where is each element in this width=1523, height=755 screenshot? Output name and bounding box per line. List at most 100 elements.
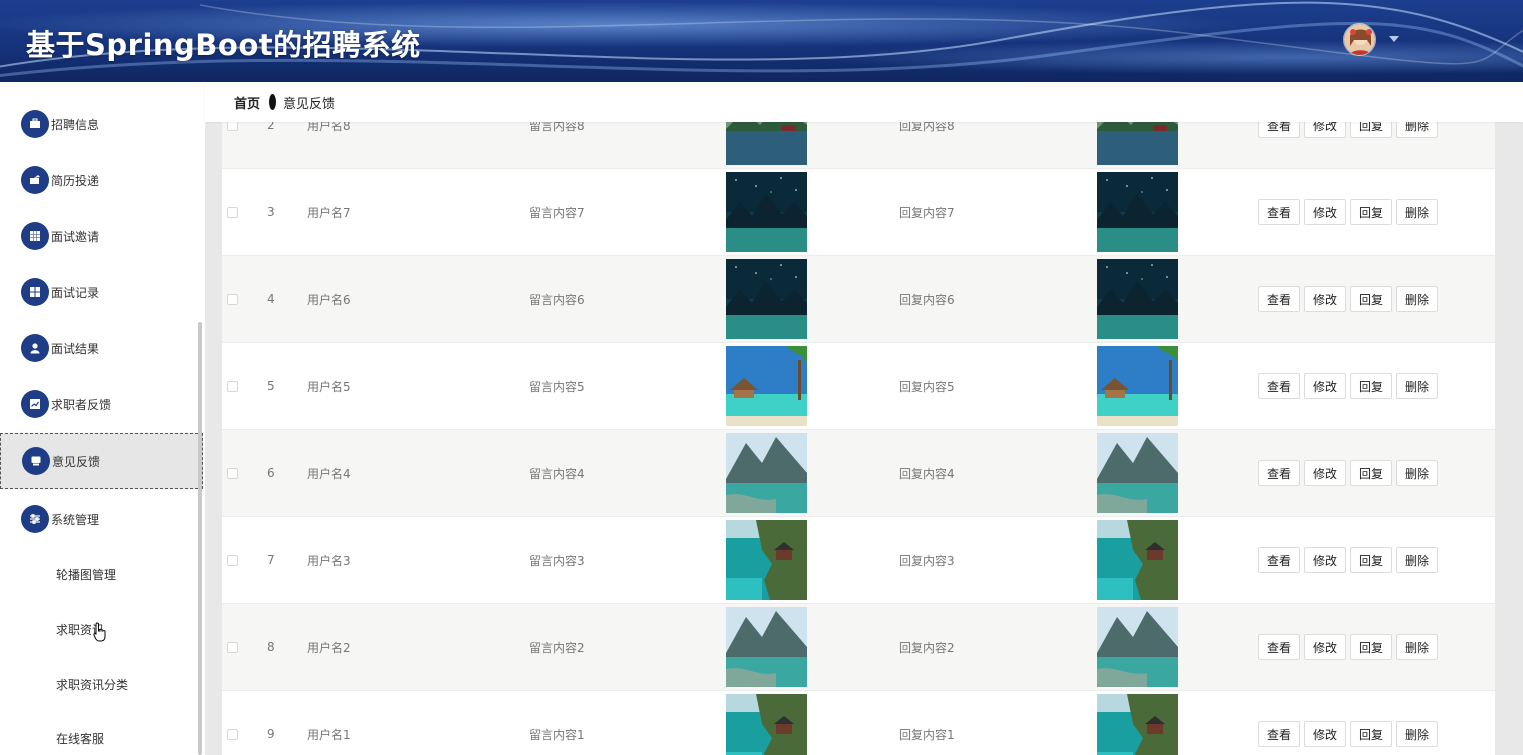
submenu-item-online-service[interactable]: 在线客服 [56,730,104,747]
edit-button[interactable]: 修改 [1304,460,1347,486]
table-row: 2 用户名8 留言内容8 回复内容8 查看 修改 回复 删除 [222,122,1495,169]
row-message: 留言内容8 [529,122,585,133]
row-actions: 查看 修改 回复 删除 [1258,256,1442,342]
edit-button[interactable]: 修改 [1304,122,1347,138]
view-button[interactable]: 查看 [1258,286,1301,312]
row-index: 7 [267,553,275,567]
avatar[interactable] [1343,23,1376,56]
sidebar-item-label: 意见反馈 [52,454,101,469]
view-button[interactable]: 查看 [1258,460,1301,486]
row-message-image [726,691,807,755]
submenu-item-job-news-category[interactable]: 求职资讯分类 [56,676,128,693]
reply-button[interactable]: 回复 [1350,286,1393,312]
row-checkbox[interactable] [227,343,238,429]
row-message-image [726,604,807,690]
grid-icon [21,222,49,250]
reply-button[interactable]: 回复 [1350,373,1393,399]
edit-button[interactable]: 修改 [1304,721,1347,747]
row-reply: 回复内容7 [899,205,955,220]
chart-icon [21,390,49,418]
table-row: 8 用户名2 留言内容2 回复内容2 查看 修改 回复 删除 [222,604,1495,691]
table-row: 3 用户名7 留言内容7 回复内容7 查看 修改 回复 删除 [222,169,1495,256]
reply-button[interactable]: 回复 [1350,122,1393,138]
row-checkbox[interactable] [227,430,238,516]
row-actions: 查看 修改 回复 删除 [1258,604,1442,690]
row-reply: 回复内容6 [899,292,955,307]
view-button[interactable]: 查看 [1258,721,1301,747]
view-button[interactable]: 查看 [1258,122,1301,138]
sidebar-item-label: 简历投递 [51,173,100,188]
view-button[interactable]: 查看 [1258,634,1301,660]
sidebar-item-label: 面试记录 [51,285,100,300]
delete-button[interactable]: 删除 [1396,122,1439,138]
reply-button[interactable]: 回复 [1350,634,1393,660]
delete-button[interactable]: 删除 [1396,286,1439,312]
table-row: 4 用户名6 留言内容6 回复内容6 查看 修改 回复 删除 [222,256,1495,343]
row-checkbox[interactable] [227,169,238,255]
sidebar-item-feedback[interactable]: 意见反馈 [0,433,203,489]
row-reply: 回复内容4 [899,466,955,481]
feedback-table: 2 用户名8 留言内容8 回复内容8 查看 修改 回复 删除 3 用户名7 留言内容7 回复内容7 查看… [222,122,1495,755]
edit-button[interactable]: 修改 [1304,199,1347,225]
row-message-image [726,343,807,429]
sidebar-item-interview-invite[interactable]: 面试邀请 [0,208,203,264]
row-message: 留言内容4 [529,466,585,481]
row-reply-image [1097,430,1178,516]
row-username: 用户名7 [307,205,351,220]
reply-button[interactable]: 回复 [1350,547,1393,573]
reply-button[interactable]: 回复 [1350,199,1393,225]
edit-button[interactable]: 修改 [1304,634,1347,660]
row-reply: 回复内容5 [899,379,955,394]
row-actions: 查看 修改 回复 删除 [1258,430,1442,516]
table-row: 6 用户名4 留言内容4 回复内容4 查看 修改 回复 删除 [222,430,1495,517]
delete-button[interactable]: 删除 [1396,460,1439,486]
row-message: 留言内容7 [529,205,585,220]
edit-button[interactable]: 修改 [1304,373,1347,399]
edit-button[interactable]: 修改 [1304,286,1347,312]
sidebar-item-recruitment-info[interactable]: 招聘信息 [0,96,203,152]
row-index: 6 [267,466,275,480]
view-button[interactable]: 查看 [1258,373,1301,399]
sidebar-item-resume-delivery[interactable]: 简历投递 [0,152,203,208]
row-message-image [726,430,807,516]
row-reply-image [1097,604,1178,690]
app-title: 基于SpringBoot的招聘系统 [26,28,421,62]
delete-button[interactable]: 删除 [1396,547,1439,573]
table-row: 7 用户名3 留言内容3 回复内容3 查看 修改 回复 删除 [222,517,1495,604]
row-checkbox[interactable] [227,691,238,755]
caret-down-icon[interactable] [1389,36,1399,42]
sidebar-item-applicant-feedback[interactable]: 求职者反馈 [0,376,203,432]
row-checkbox[interactable] [227,256,238,342]
row-username: 用户名8 [307,122,351,133]
send-icon [21,166,49,194]
sidebar-item-system-management[interactable]: 系统管理 [0,491,203,547]
breadcrumb-home[interactable]: 首页 [234,93,260,112]
sidebar-scrollbar[interactable] [198,322,202,755]
reply-button[interactable]: 回复 [1350,721,1393,747]
view-button[interactable]: 查看 [1258,199,1301,225]
main-content: 2 用户名8 留言内容8 回复内容8 查看 修改 回复 删除 3 用户名7 留言内容7 回复内容7 查看… [205,122,1523,755]
row-index: 3 [267,205,275,219]
delete-button[interactable]: 删除 [1396,373,1439,399]
sidebar-item-label: 招聘信息 [51,117,100,132]
sidebar-item-interview-results[interactable]: 面试结果 [0,320,203,376]
row-checkbox[interactable] [227,604,238,690]
table-body: 2 用户名8 留言内容8 回复内容8 查看 修改 回复 删除 3 用户名7 留言内容7 回复内容7 查看… [222,122,1495,755]
sidebar-item-label: 面试结果 [51,341,100,356]
delete-button[interactable]: 删除 [1396,634,1439,660]
submenu-item-carousel[interactable]: 轮播图管理 [56,566,116,583]
breadcrumb: 首页 意见反馈 [205,82,1523,122]
delete-button[interactable]: 删除 [1396,199,1439,225]
row-actions: 查看 修改 回复 删除 [1258,169,1442,255]
row-checkbox[interactable] [227,517,238,603]
row-actions: 查看 修改 回复 删除 [1258,691,1442,755]
delete-button[interactable]: 删除 [1396,721,1439,747]
table-row: 5 用户名5 留言内容5 回复内容5 查看 修改 回复 删除 [222,343,1495,430]
edit-button[interactable]: 修改 [1304,547,1347,573]
row-checkbox[interactable] [227,122,238,168]
reply-button[interactable]: 回复 [1350,460,1393,486]
sliders-icon [21,505,49,533]
sidebar-item-interview-records[interactable]: 面试记录 [0,264,203,320]
view-button[interactable]: 查看 [1258,547,1301,573]
row-reply-image [1097,517,1178,603]
